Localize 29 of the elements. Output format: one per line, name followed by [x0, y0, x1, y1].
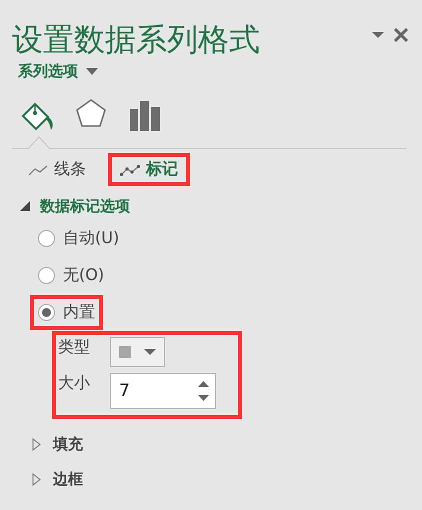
- collapsed-triangle-icon: [32, 473, 41, 486]
- marker-type-dropdown[interactable]: [110, 337, 165, 367]
- collapsed-triangle-icon: [32, 438, 41, 451]
- pane-title: 设置数据系列格式: [12, 21, 260, 60]
- field-label: 类型: [58, 337, 91, 358]
- down-arrow-icon: [198, 395, 209, 401]
- tab[interactable]: 线条: [16, 153, 98, 186]
- up-arrow-icon: [198, 381, 209, 387]
- line-chart-icon: [28, 164, 48, 176]
- line-chart-icon: [120, 164, 140, 176]
- field-label: 大小: [58, 373, 91, 394]
- section-title[interactable]: 边框: [53, 470, 83, 489]
- section-title[interactable]: 数据标记选项: [40, 196, 130, 216]
- expanded-triangle-icon: [20, 201, 30, 211]
- bar-chart-icon[interactable]: [129, 99, 161, 131]
- series-options-menu[interactable]: 系列选项: [18, 62, 78, 81]
- option-label: 无(O): [63, 265, 104, 286]
- close-icon[interactable]: [394, 28, 408, 42]
- tab[interactable]: 标记: [108, 153, 190, 186]
- option-label: 内置: [63, 302, 95, 323]
- size-field[interactable]: 7: [110, 373, 216, 409]
- radio-button[interactable]: [38, 267, 55, 284]
- radio-button[interactable]: [38, 304, 55, 321]
- option-label: 自动(U): [63, 228, 120, 249]
- section-title[interactable]: 填充: [53, 435, 83, 454]
- dropdown-caret-icon: [372, 32, 384, 38]
- caret-icon: [144, 349, 156, 355]
- radio-button[interactable]: [38, 230, 55, 247]
- caret-icon: [86, 68, 98, 75]
